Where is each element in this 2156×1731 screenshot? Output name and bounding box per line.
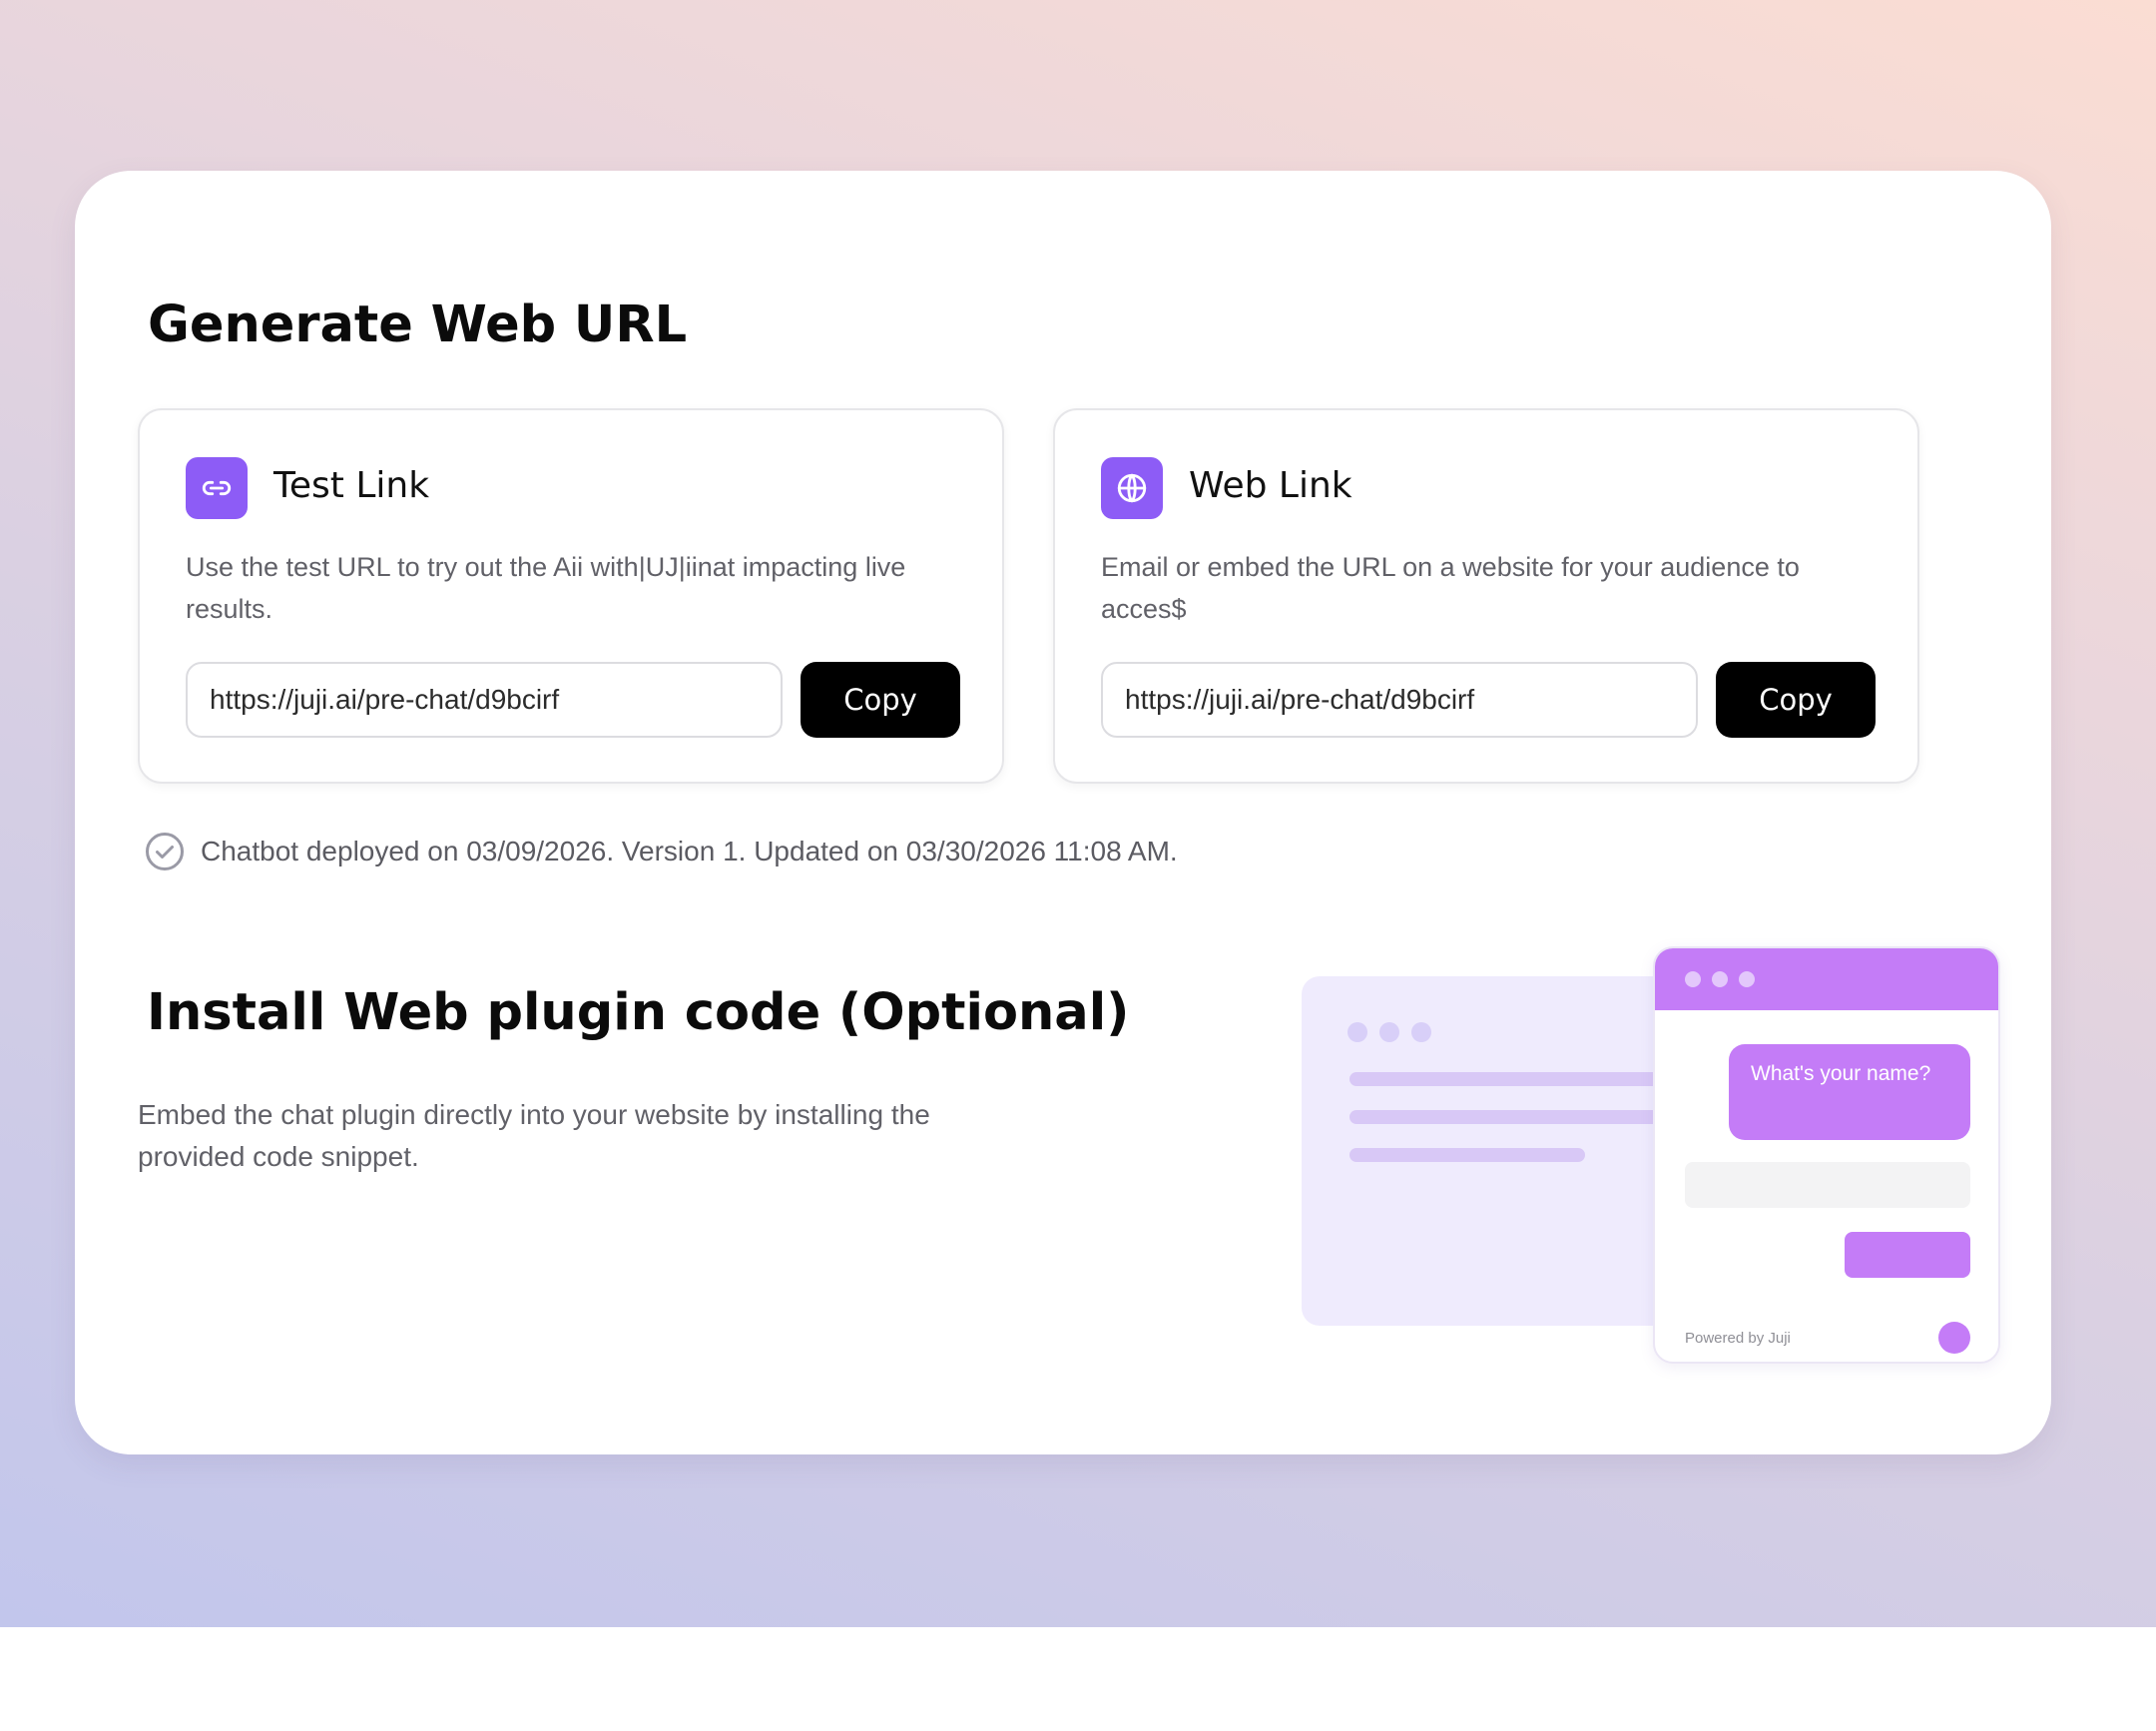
plugin-illustration: What's your name? Powered by Juji	[1302, 946, 2000, 1366]
mock-webpage-content	[1348, 1022, 1681, 1162]
mock-webpage	[1302, 976, 1681, 1326]
window-dots-icon	[1685, 971, 1755, 987]
install-description: Embed the chat plugin directly into your…	[138, 1099, 930, 1172]
page-title: Generate Web URL	[148, 295, 688, 354]
test-link-card: Test Link Use the test URL to try out th…	[138, 408, 1004, 784]
check-circle-icon	[146, 833, 184, 870]
chat-widget-header	[1655, 948, 1998, 1010]
chat-bubble: What's your name?	[1729, 1044, 1970, 1140]
install-title: Install Web plugin code (Optional)	[147, 983, 1130, 1042]
test-link-title: Test Link	[273, 465, 430, 506]
test-copy-button[interactable]: Copy	[801, 662, 960, 738]
web-copy-button[interactable]: Copy	[1716, 662, 1876, 738]
chat-input-placeholder	[1685, 1162, 1970, 1208]
web-url-input[interactable]	[1101, 662, 1698, 738]
test-link-description: Use the test URL to try out the Aii with…	[186, 552, 906, 624]
powered-by-label: Powered by Juji	[1685, 1330, 1791, 1347]
link-icon	[186, 457, 248, 519]
mock-chat-widget: What's your name? Powered by Juji	[1653, 946, 2000, 1364]
chat-avatar	[1938, 1322, 1970, 1354]
web-link-description: Email or embed the URL on a website for …	[1101, 552, 1800, 624]
globe-icon	[1101, 457, 1163, 519]
web-link-card: Web Link Email or embed the URL on a web…	[1053, 408, 1919, 784]
status-text: Chatbot deployed on 03/09/2026. Version …	[201, 836, 1178, 866]
web-link-title: Web Link	[1189, 465, 1352, 506]
deployment-status: Chatbot deployed on 03/09/2026. Version …	[145, 832, 1178, 871]
chat-send-button	[1845, 1232, 1970, 1278]
test-url-input[interactable]	[186, 662, 783, 738]
